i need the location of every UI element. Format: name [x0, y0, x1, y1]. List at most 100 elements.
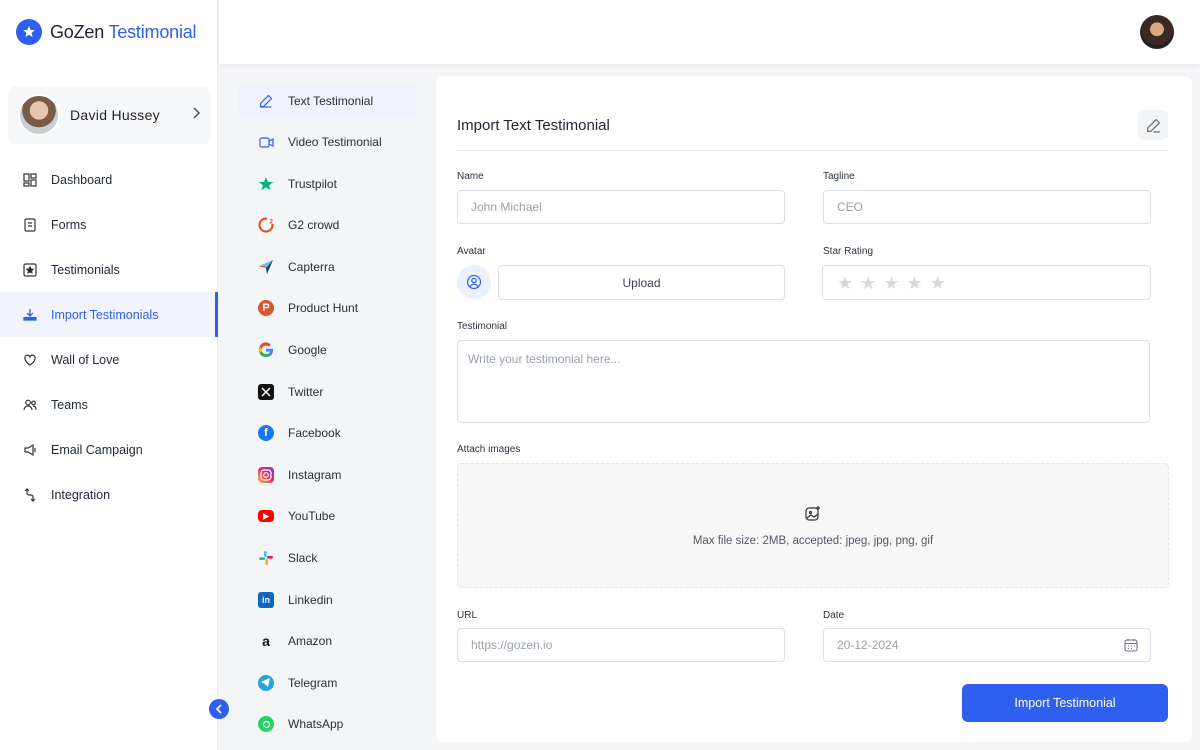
user-profile-card[interactable]: David Hussey — [8, 86, 211, 144]
g2-icon: 2 — [258, 217, 274, 234]
image-dropzone[interactable]: Max file size: 2MB, accepted: jpeg, jpg,… — [457, 463, 1169, 588]
source-label: Instagram — [288, 467, 342, 482]
name-input[interactable]: John Michael — [457, 190, 785, 224]
source-item-video-testimonial[interactable]: Video Testimonial — [238, 126, 416, 159]
date-label: Date — [823, 610, 845, 621]
star-rating-label: Star Rating — [823, 246, 874, 257]
name-label: Name — [457, 171, 484, 182]
nav-item-email-campaign[interactable]: Email Campaign — [0, 427, 218, 472]
nav-item-forms[interactable]: Forms — [0, 202, 218, 247]
facebook-icon: f — [258, 425, 274, 442]
source-item-g2-crowd[interactable]: 2 G2 crowd — [238, 209, 416, 242]
trustpilot-icon — [258, 176, 274, 192]
email-campaign-icon — [22, 442, 37, 457]
date-input[interactable]: 20-12-2024 — [823, 628, 1151, 662]
whatsapp-icon — [258, 716, 274, 733]
nav-item-wall-of-love[interactable]: Wall of Love — [0, 337, 218, 382]
source-item-google[interactable]: Google — [238, 334, 416, 367]
star-3-icon[interactable]: ★ — [883, 274, 899, 292]
import-source-list: Text Testimonial Video Testimonial Trust… — [230, 76, 424, 750]
source-label: Slack — [288, 551, 318, 566]
source-label: WhatsApp — [288, 717, 344, 732]
source-label: Twitter — [288, 384, 324, 399]
nav-label: Integration — [51, 487, 111, 502]
edit-button[interactable] — [1138, 110, 1168, 140]
instagram-icon — [258, 466, 274, 483]
svg-text:2: 2 — [269, 219, 273, 226]
chevron-left-icon — [215, 704, 222, 714]
source-item-amazon[interactable]: a Amazon — [238, 625, 416, 658]
nav-item-dashboard[interactable]: Dashboard — [0, 157, 218, 202]
main-nav: Dashboard Forms Testimonials Import Test… — [0, 157, 218, 517]
testimonials-icon — [22, 262, 37, 277]
telegram-icon — [258, 674, 274, 691]
source-label: YouTube — [288, 509, 336, 524]
star-5-icon[interactable]: ★ — [930, 274, 946, 292]
avatar-upload-button[interactable]: Upload — [498, 265, 785, 300]
title-divider — [457, 150, 1169, 151]
nav-label: Wall of Love — [51, 352, 120, 367]
youtube-icon — [258, 510, 274, 523]
star-2-icon[interactable]: ★ — [860, 274, 876, 292]
source-label: Text Testimonial — [288, 93, 374, 108]
source-item-instagram[interactable]: Instagram — [238, 458, 416, 491]
tagline-input[interactable]: CEO — [823, 190, 1151, 224]
source-item-slack[interactable]: Slack — [238, 542, 416, 575]
star-1-icon[interactable]: ★ — [837, 274, 853, 292]
brand[interactable]: GoZen Testimonial — [16, 19, 197, 45]
account-avatar[interactable] — [1140, 15, 1174, 49]
collapse-sidebar-button[interactable] — [209, 699, 229, 719]
source-label: Video Testimonial — [288, 135, 382, 150]
nav-label: Import Testimonials — [51, 307, 159, 322]
pencil-icon — [1146, 118, 1160, 133]
source-label: Telegram — [288, 675, 338, 690]
testimonial-textarea[interactable]: Write your testimonial here... — [457, 340, 1150, 423]
source-label: Product Hunt — [288, 301, 359, 316]
attach-images-label: Attach images — [457, 444, 521, 455]
chevron-right-icon — [191, 106, 201, 124]
import-testimonial-button[interactable]: Import Testimonial — [962, 684, 1168, 722]
import-icon — [22, 307, 37, 322]
url-label: URL — [457, 610, 478, 621]
user-circle-icon — [466, 274, 482, 290]
calendar-icon[interactable] — [1124, 638, 1138, 655]
top-header — [219, 0, 1200, 64]
source-item-telegram[interactable]: Telegram — [238, 666, 416, 699]
nav-label: Email Campaign — [51, 442, 143, 457]
star-rating-input[interactable]: ★ ★ ★ ★ ★ — [822, 265, 1151, 300]
add-image-icon — [805, 505, 820, 521]
brand-name: GoZen Testimonial — [50, 21, 197, 42]
source-item-capterra[interactable]: Capterra — [238, 250, 416, 283]
nav-item-teams[interactable]: Teams — [0, 382, 218, 427]
tagline-label: Tagline — [823, 171, 855, 182]
nav-label: Dashboard — [51, 172, 113, 187]
form-title: Import Text Testimonial — [457, 117, 610, 134]
source-item-whatsapp[interactable]: WhatsApp — [238, 708, 416, 741]
source-label: Capterra — [288, 259, 335, 274]
integration-icon — [22, 487, 37, 502]
source-item-twitter[interactable]: Twitter — [238, 375, 416, 408]
pencil-icon — [258, 93, 274, 109]
teams-icon — [22, 397, 37, 412]
nav-item-integration[interactable]: Integration — [0, 472, 218, 517]
linkedin-icon: in — [258, 591, 274, 608]
source-label: Facebook — [288, 426, 341, 441]
nav-label: Teams — [51, 397, 88, 412]
source-item-facebook[interactable]: f Facebook — [238, 417, 416, 450]
source-item-linkedin[interactable]: in Linkedin — [238, 583, 416, 616]
google-icon — [258, 342, 274, 358]
source-item-trustpilot[interactable]: Trustpilot — [238, 167, 416, 200]
nav-label: Testimonials — [51, 262, 120, 277]
video-icon — [258, 134, 274, 150]
dropzone-hint: Max file size: 2MB, accepted: jpeg, jpg,… — [692, 534, 934, 547]
star-4-icon[interactable]: ★ — [906, 274, 922, 292]
nav-item-testimonials[interactable]: Testimonials — [0, 247, 218, 292]
url-input[interactable]: https://gozen.io — [457, 628, 785, 662]
avatar-label: Avatar — [457, 246, 486, 257]
user-name: David Hussey — [70, 107, 160, 123]
testimonial-label: Testimonial — [457, 321, 508, 332]
nav-item-import-testimonials[interactable]: Import Testimonials — [0, 292, 218, 337]
source-item-text-testimonial[interactable]: Text Testimonial — [238, 84, 416, 117]
source-item-youtube[interactable]: YouTube — [238, 500, 416, 533]
source-item-product-hunt[interactable]: P Product Hunt — [238, 292, 416, 325]
